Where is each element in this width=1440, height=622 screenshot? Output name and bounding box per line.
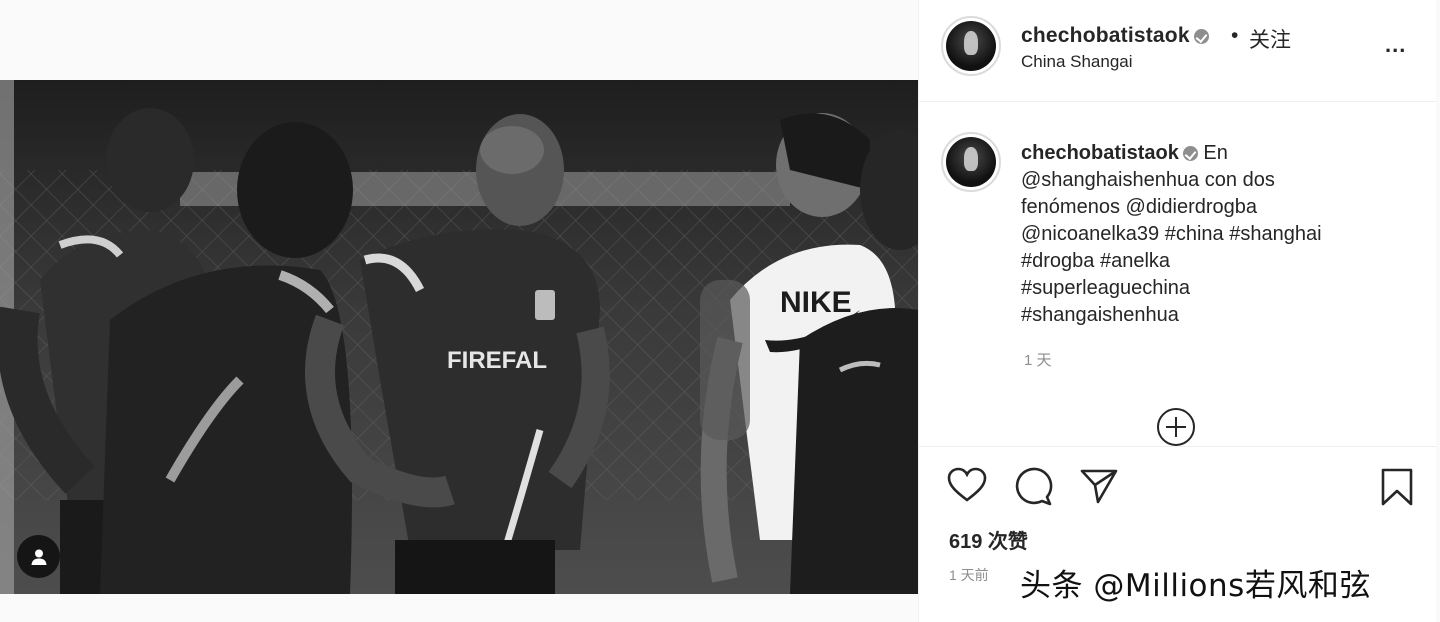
save-button[interactable]: [1379, 467, 1415, 507]
like-button[interactable]: [947, 467, 987, 503]
comment-button[interactable]: [1013, 467, 1053, 507]
paper-plane-icon: [1080, 469, 1118, 504]
bookmark-icon: [1381, 468, 1413, 506]
post-location[interactable]: China Shangai: [1021, 52, 1133, 72]
post-header: chechobatistaok • 关注 China Shangai ...: [919, 0, 1437, 102]
more-options-button[interactable]: ...: [1385, 32, 1406, 58]
verified-badge-icon: [1193, 28, 1209, 44]
heart-icon: [947, 467, 987, 502]
load-more-comments-button[interactable]: [1157, 408, 1195, 446]
likes-count[interactable]: 619 次赞: [949, 525, 1028, 554]
caption-text-line: #shangaishenhua: [1021, 304, 1179, 326]
share-button[interactable]: [1079, 467, 1119, 505]
post-media-area: FIREFAL NIKE: [0, 0, 918, 622]
caption-text-line: En: [1203, 142, 1228, 164]
caption-author-avatar[interactable]: [941, 132, 1001, 192]
post-sidebar: chechobatistaok • 关注 China Shangai ... c…: [918, 0, 1437, 622]
shirt-logo-text: NIKE: [780, 286, 852, 319]
caption-first-line: chechobatistaok En: [1021, 140, 1421, 167]
author-username-text[interactable]: chechobatistaok: [1021, 24, 1190, 47]
caption-text-line: fenómenos @didierdrogba: [1021, 196, 1258, 218]
user-tag-icon: [31, 549, 46, 565]
caption-text-line: @nicoanelka39 #china #shanghai: [1021, 223, 1322, 245]
photo-illustration: FIREFAL NIKE: [0, 80, 918, 594]
caption-text-line: #drogba #anelka: [1021, 250, 1171, 272]
source-watermark: 头条 @Millions若风和弦: [1020, 568, 1371, 604]
user-tag-button[interactable]: [17, 535, 60, 578]
caption-username[interactable]: chechobatistaok: [1021, 142, 1179, 164]
header-separator: •: [1231, 24, 1239, 47]
jersey-sponsor-text: FIREFAL: [447, 347, 547, 374]
post-date[interactable]: 1 天前: [949, 565, 989, 585]
comment-icon: [1015, 467, 1053, 506]
caption-verified-badge-icon: [1182, 146, 1198, 162]
caption-text-line: #superleaguechina: [1021, 277, 1191, 299]
caption-timestamp: 1 天: [1024, 352, 1052, 369]
author-username[interactable]: chechobatistaok: [1021, 24, 1209, 48]
author-avatar[interactable]: [941, 16, 1001, 76]
follow-button[interactable]: 关注: [1249, 24, 1291, 54]
post-caption: chechobatistaok En @shanghaishenhua con …: [1021, 140, 1421, 329]
caption-text-line: @shanghaishenhua con dos: [1021, 169, 1275, 191]
post-photo[interactable]: FIREFAL NIKE: [0, 80, 918, 594]
